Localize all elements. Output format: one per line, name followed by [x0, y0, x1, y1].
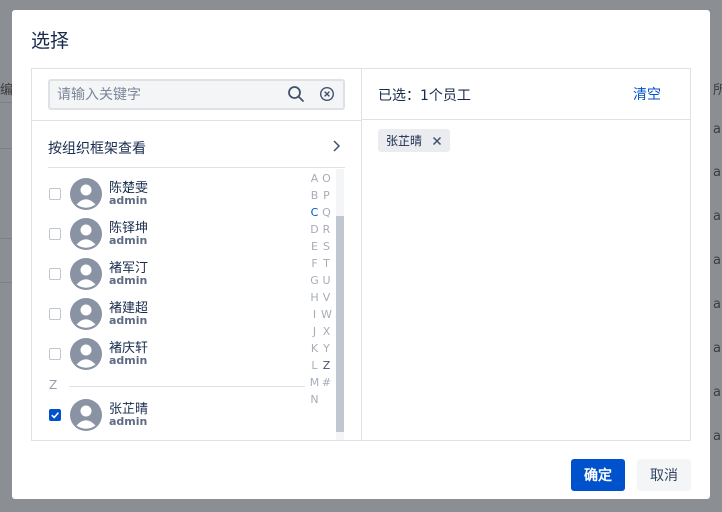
dialog-title: 选择: [31, 30, 70, 52]
alpha-index-letter[interactable]: B: [309, 187, 320, 204]
background-right-text: a: [713, 341, 721, 356]
user-checkbox-checked[interactable]: [49, 409, 61, 421]
group-letter: Z: [49, 378, 58, 392]
background-right-text: a: [713, 165, 721, 180]
user-role: admin: [109, 274, 148, 287]
alpha-index-letter[interactable]: T: [321, 255, 332, 272]
alpha-index-letter[interactable]: M: [309, 374, 320, 391]
alpha-index-letter[interactable]: I: [309, 306, 320, 323]
user-list-item[interactable]: 陈铎坤 admin: [32, 214, 332, 254]
alpha-index-letter[interactable]: F: [309, 255, 320, 272]
alpha-index-letter[interactable]: Z: [321, 357, 332, 374]
search-icon[interactable]: [287, 85, 305, 103]
user-checkbox[interactable]: [49, 228, 61, 240]
selection-panel: 按组织框架查看 陈楚雯 admin: [31, 68, 691, 441]
alpha-index-letter[interactable]: P: [321, 187, 332, 204]
alpha-index-letter[interactable]: K: [309, 340, 320, 357]
user-checkbox[interactable]: [49, 308, 61, 320]
selected-header: 已选：1个员工 清空: [362, 69, 690, 120]
background-row-divider: [0, 102, 12, 103]
user-role: admin: [109, 314, 148, 327]
alpha-index-letter[interactable]: E: [309, 238, 320, 255]
alpha-index-letter[interactable]: W: [321, 306, 332, 323]
selected-count-label: 已选：1个员工: [378, 88, 471, 104]
user-checkbox[interactable]: [49, 188, 61, 200]
background-right-text: a: [713, 297, 721, 312]
group-divider-line: [69, 386, 305, 387]
check-icon: [51, 412, 60, 419]
alpha-index-letter[interactable]: X: [321, 323, 332, 340]
user-role: admin: [109, 415, 148, 428]
alpha-index-letter[interactable]: R: [321, 221, 332, 238]
user-list-item[interactable]: 褚军汀 admin: [32, 254, 332, 294]
avatar-icon: [70, 218, 102, 250]
pane-divider: [32, 120, 361, 121]
avatar-icon: [70, 338, 102, 370]
avatar-icon: [70, 298, 102, 330]
user-checkbox[interactable]: [49, 348, 61, 360]
selected-tag-label: 张芷晴: [386, 134, 423, 148]
selected-pane: 已选：1个员工 清空 张芷晴: [362, 69, 690, 440]
chevron-right-icon: [333, 140, 341, 152]
user-list-scrollbar[interactable]: [336, 169, 344, 440]
alpha-index-letter[interactable]: D: [309, 221, 320, 238]
clear-all-link[interactable]: 清空: [633, 84, 661, 104]
background-row-divider: [0, 148, 12, 149]
clear-search-icon[interactable]: [319, 86, 335, 102]
alpha-index-letter[interactable]: G: [309, 272, 320, 289]
alpha-index-letter[interactable]: V: [321, 289, 332, 306]
org-divider: [48, 167, 345, 168]
background-right-text: a: [713, 385, 721, 400]
alpha-index-letter[interactable]: S: [321, 238, 332, 255]
org-browse-label: 按组织框架查看: [48, 141, 146, 157]
group-divider-z: Z: [32, 378, 332, 394]
search-box: [48, 79, 345, 110]
alpha-index-letter[interactable]: L: [309, 357, 320, 374]
user-list-item[interactable]: 褚庆轩 admin: [32, 334, 332, 374]
scrollbar-thumb[interactable]: [336, 216, 344, 432]
alpha-index-letter-active[interactable]: C: [309, 204, 320, 221]
alpha-index-letter[interactable]: Q: [321, 204, 332, 221]
avatar-icon: [70, 258, 102, 290]
select-dialog: 选择 按组织框架查看: [12, 10, 710, 499]
background-row-divider: [0, 282, 12, 283]
user-role: admin: [109, 234, 148, 247]
background-right-text: a: [713, 122, 721, 137]
alpha-index-letter[interactable]: #: [321, 374, 332, 391]
alpha-index-letter[interactable]: H: [309, 289, 320, 306]
user-list-item[interactable]: 褚建超 admin: [32, 294, 332, 334]
user-list: 陈楚雯 admin 陈铎坤 admin 褚军汀 admin 褚建超 admin …: [32, 169, 332, 439]
alpha-index-letter[interactable]: O: [321, 170, 332, 187]
alpha-index-letter[interactable]: U: [321, 272, 332, 289]
cancel-button[interactable]: 取消: [637, 459, 691, 491]
alpha-index-letter[interactable]: N: [309, 391, 320, 408]
background-right-text: a: [713, 253, 721, 268]
background-right-text: a: [713, 209, 721, 224]
background-right-column: 所 a a a a a a a a: [710, 0, 722, 512]
background-left-column: 编: [0, 0, 12, 512]
user-role: admin: [109, 354, 148, 367]
user-role: admin: [109, 194, 148, 207]
selected-tag: 张芷晴: [378, 129, 451, 152]
background-row-divider: [0, 238, 12, 239]
alpha-index-letter[interactable]: A: [309, 170, 320, 187]
candidate-pane: 按组织框架查看 陈楚雯 admin: [32, 69, 362, 440]
user-checkbox[interactable]: [49, 268, 61, 280]
remove-tag-icon[interactable]: [432, 136, 442, 146]
search-input[interactable]: [50, 81, 275, 108]
org-browse-row[interactable]: 按组织框架查看: [32, 125, 361, 167]
confirm-button[interactable]: 确定: [571, 459, 625, 491]
user-list-item[interactable]: 张芷晴 admin: [32, 395, 332, 435]
alpha-index-letter[interactable]: Y: [321, 340, 332, 357]
background-right-text: 所: [713, 83, 722, 98]
background-left-text: 编: [0, 83, 12, 98]
avatar-icon: [70, 399, 102, 431]
background-right-text: a: [713, 429, 721, 444]
avatar-icon: [70, 178, 102, 210]
alpha-index-letter[interactable]: J: [309, 323, 320, 340]
user-list-item[interactable]: 陈楚雯 admin: [32, 174, 332, 214]
